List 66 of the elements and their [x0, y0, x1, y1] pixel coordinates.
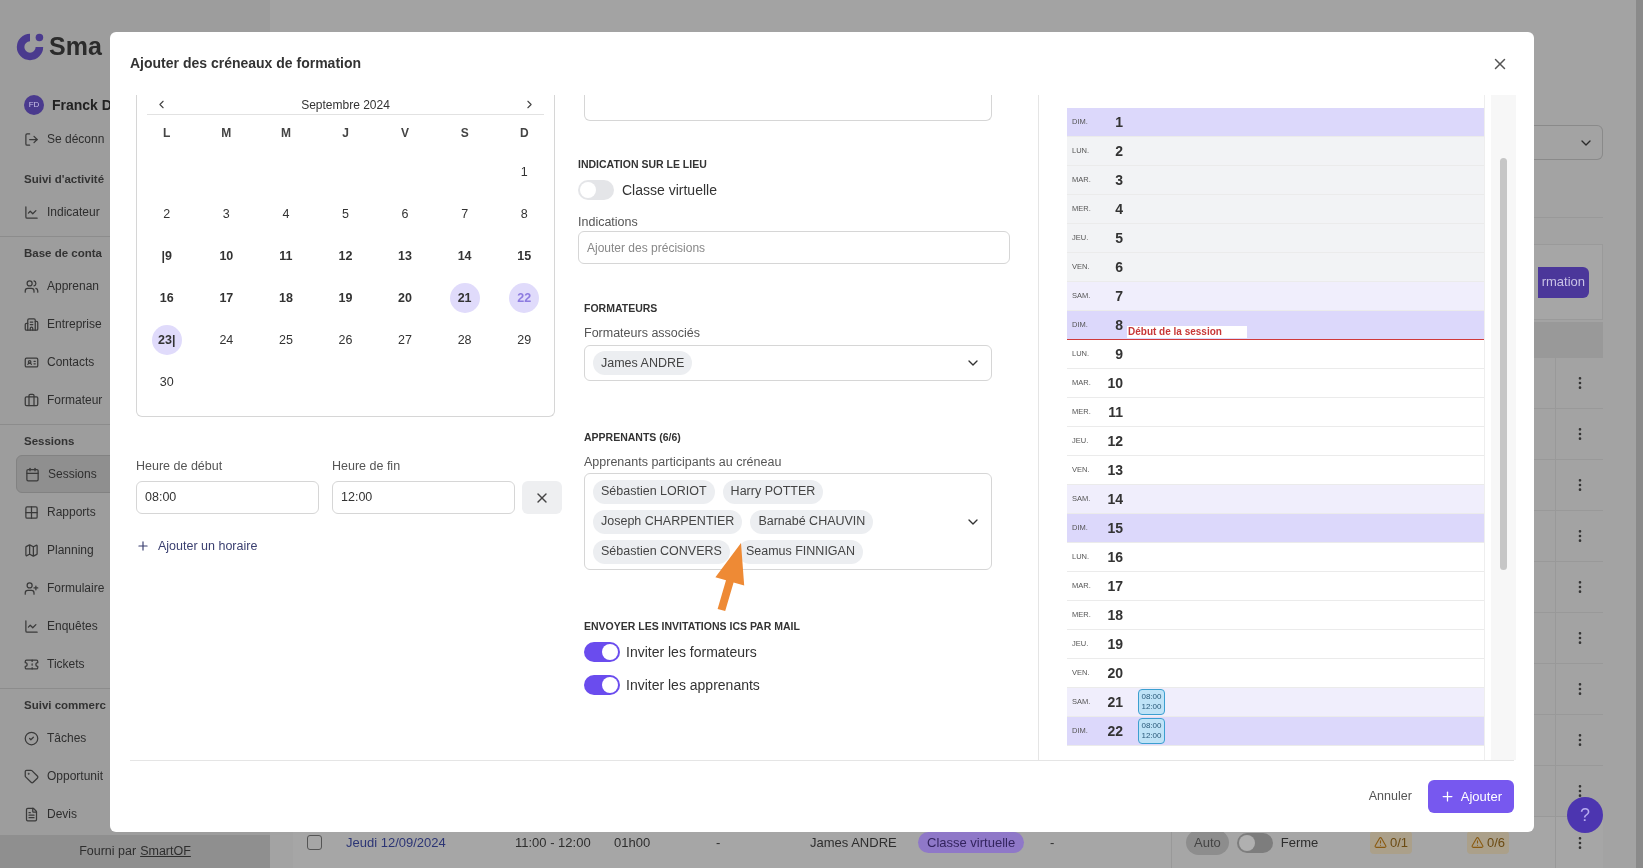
day-number: 22 — [1106, 721, 1123, 741]
status-text: Ferme — [1280, 833, 1319, 852]
day-number: 10 — [1106, 373, 1123, 393]
day-number: 15 — [1106, 518, 1123, 538]
table-cell: - — [716, 834, 721, 850]
field-label: Indications — [578, 214, 639, 229]
toggle-label: Inviter les formateurs — [626, 642, 757, 662]
name-chip: Harry POTTER — [722, 479, 824, 504]
day-number: 12 — [1106, 431, 1123, 451]
day-number: 16 — [1106, 547, 1123, 567]
month-label: Septembre 2024 — [301, 97, 390, 112]
day-number: 5 — [1114, 228, 1123, 248]
section-heading: ENVOYER LES INVITATIONS ICS PAR MAIL — [584, 619, 801, 633]
day-number: 21 — [1106, 692, 1123, 712]
name-chip: Barnabé CHAUVIN — [750, 509, 874, 534]
day-number: 20 — [1106, 663, 1123, 683]
weekday-label: D — [519, 125, 529, 142]
weekday-label: L — [163, 125, 171, 142]
name-chip: Sébastien LORIOT — [593, 479, 715, 504]
day-number: 19 — [1106, 634, 1123, 654]
name-chip: Joseph CHARPENTIER — [593, 509, 743, 534]
day-number: 13 — [1106, 460, 1123, 480]
day-number: 4 — [1114, 199, 1123, 219]
day-number: 7 — [1114, 286, 1123, 306]
day-number: 9 — [1114, 344, 1123, 364]
day-number: 11 — [1107, 402, 1123, 422]
day-number: 2 — [1114, 141, 1123, 161]
section-heading: Suivi commerc — [24, 698, 106, 714]
field-label: Heure de début — [136, 458, 224, 473]
table-cell: - — [1050, 834, 1055, 850]
section-heading: INDICATION SUR LE LIEU — [578, 157, 708, 171]
name-chip: James ANDRE — [593, 351, 693, 375]
day-number: 8 — [1114, 315, 1123, 335]
time-text: 11:00 - 12:00 — [515, 834, 591, 850]
day-number: 18 — [1106, 605, 1123, 625]
name-chip: Sébastien CONVERS — [593, 539, 730, 564]
section-heading: FORMATEURS — [584, 301, 659, 315]
day-number: 17 — [1106, 576, 1123, 596]
avatar: FD — [24, 95, 44, 115]
day-number: 3 — [1114, 170, 1123, 190]
section-heading: Sessions — [24, 434, 75, 450]
place-badge: Classe virtuelle — [918, 831, 1025, 853]
footer-text: Fourni par — [79, 843, 137, 861]
weekday-label: J — [342, 125, 349, 142]
duration-text: 01h00 — [614, 834, 651, 850]
field-label: Apprenants participants au créneau — [584, 454, 783, 469]
trainer-name: James ANDRE — [810, 834, 897, 850]
trainers-count-badge: 0/1 — [1370, 830, 1413, 855]
logo-text: Sma — [49, 31, 102, 63]
day-number: 14 — [1106, 489, 1123, 509]
field-label: Heure de fin — [332, 458, 401, 473]
toggle-label: Inviter les apprenants — [626, 675, 760, 695]
weekday-label: V — [401, 125, 410, 142]
dialog-title: Ajouter des créneaux de formation — [130, 54, 362, 73]
section-heading: Base de conta — [24, 246, 102, 262]
weekday-label: S — [460, 125, 469, 142]
session-start-label: Début de la session — [1127, 326, 1247, 338]
weekday-label: M — [221, 125, 232, 142]
field-label: Formateurs associés — [584, 325, 701, 340]
weekday-label: M — [280, 125, 291, 142]
toggle-label: Classe virtuelle — [622, 180, 717, 200]
section-heading: Suivi d'activité — [24, 172, 105, 188]
section-heading: APPRENANTS (6/6) — [584, 430, 682, 444]
day-number: 6 — [1114, 257, 1123, 277]
learners-count-badge: 0/6 — [1467, 830, 1510, 855]
day-number: 1 — [1114, 112, 1123, 132]
